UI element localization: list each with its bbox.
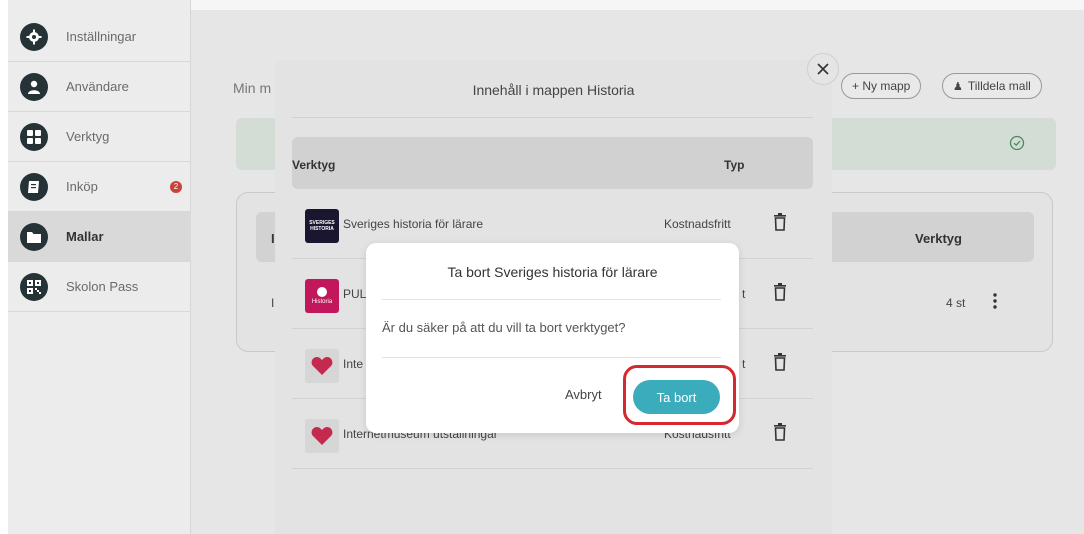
sidebar-item-installningar[interactable]: Inställningar [8, 12, 191, 62]
sidebar-item-inkop[interactable]: Inköp 2 [8, 162, 191, 212]
notification-badge: 2 [170, 180, 182, 193]
sidebar-item-skolon-pass[interactable]: Skolon Pass [8, 262, 191, 312]
column-header-tool: Verktyg [292, 158, 336, 172]
heart-icon [305, 419, 339, 453]
assign-template-label: Tilldela mall [967, 79, 1031, 93]
divider [382, 299, 721, 300]
close-button[interactable] [807, 53, 839, 85]
thumbnail-text: SVERIGES HISTORIA [309, 220, 335, 232]
sidebar: Inställningar Användare Verktyg Inköp 2 … [8, 0, 191, 534]
highlight-annotation [623, 365, 736, 425]
tool-thumbnail: SVERIGES HISTORIA [305, 209, 339, 243]
trash-icon[interactable] [773, 423, 787, 441]
qr-icon [20, 272, 48, 301]
sidebar-item-label: Mallar [66, 229, 104, 244]
trash-icon[interactable] [773, 283, 787, 301]
sidebar-item-label: Skolon Pass [66, 279, 139, 294]
sidebar-item-label: Verktyg [66, 129, 110, 144]
user-icon [20, 72, 48, 101]
gear-icon [20, 22, 48, 51]
dialog-message: Är du säker på att du vill ta bort verkt… [382, 320, 626, 335]
divider [292, 117, 813, 118]
user-plus-icon: ♟ [953, 80, 963, 93]
sidebar-item-mallar[interactable]: Mallar [8, 212, 191, 262]
tool-name: PUL [343, 287, 367, 301]
left-edge [0, 0, 8, 534]
sidebar-item-label: Användare [66, 79, 129, 94]
sidebar-item-verktyg[interactable]: Verktyg [8, 112, 191, 162]
close-icon [817, 63, 829, 75]
more-options-icon[interactable] [992, 292, 998, 310]
book-icon [20, 172, 48, 201]
column-header-type: Typ [724, 158, 745, 172]
tool-type: t [742, 287, 746, 301]
new-folder-button[interactable]: + Ny mapp [841, 73, 922, 99]
modal-title: Innehåll i mappen Historia [472, 82, 635, 98]
tool-name: Sveriges historia för lärare [343, 217, 484, 231]
page-title: Min m [233, 80, 272, 96]
tool-count: 4 st [946, 296, 966, 310]
grid-icon [20, 122, 48, 151]
assign-template-button[interactable]: ♟ Tilldela mall [942, 73, 1042, 99]
trash-icon[interactable] [773, 213, 787, 231]
heart-icon [305, 349, 339, 383]
tool-thumbnail: Historia [305, 279, 339, 313]
trash-icon[interactable] [773, 353, 787, 371]
tool-type: Kostnadsfritt [664, 217, 731, 231]
column-header-verktyg: Verktyg [915, 231, 962, 246]
table-row-letter: I [271, 296, 275, 310]
tool-name: Inte [343, 357, 364, 371]
dialog-title: Ta bort Sveriges historia för lärare [447, 264, 658, 280]
thumbnail-text: Historia [311, 299, 333, 305]
cancel-button[interactable]: Avbryt [565, 387, 602, 402]
divider [382, 357, 721, 358]
top-bar [191, 0, 1084, 10]
sidebar-item-label: Inställningar [66, 29, 137, 44]
sidebar-item-anvandare[interactable]: Användare [8, 62, 191, 112]
tool-type: t [742, 357, 746, 371]
check-circle-icon [1009, 135, 1025, 151]
folder-icon [20, 222, 48, 251]
